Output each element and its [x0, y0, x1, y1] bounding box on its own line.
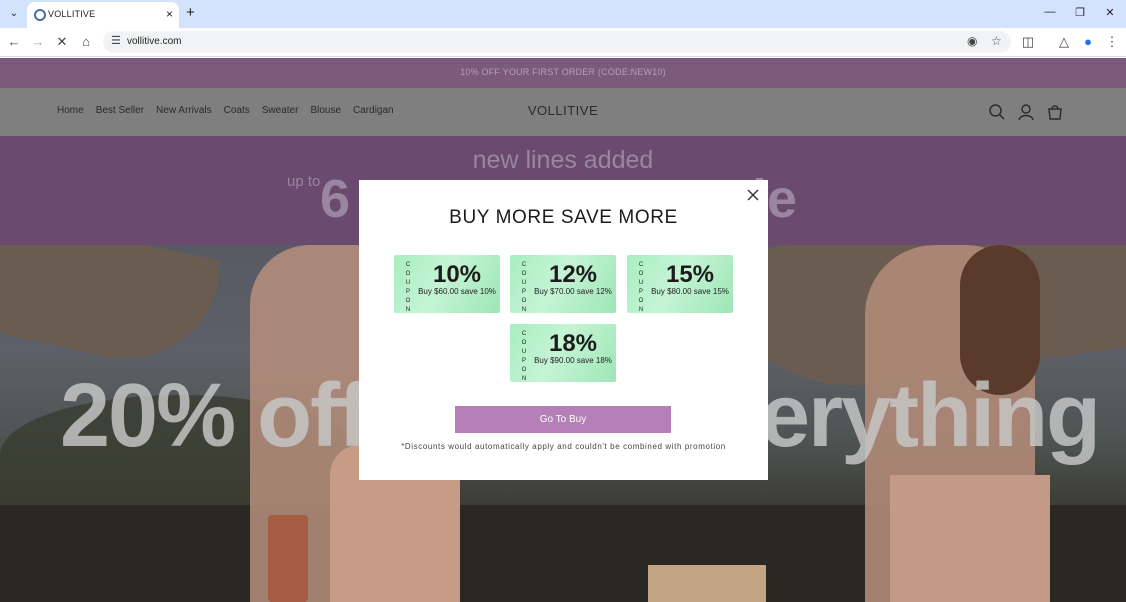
- hero-offer-text-left: 20% off: [60, 366, 368, 466]
- forward-icon[interactable]: →: [30, 34, 46, 50]
- site-header: Home Best Seller New Arrivals Coats Swea…: [0, 88, 1126, 136]
- coupon-percent: 10%: [432, 261, 482, 288]
- coupon-description: Buy $70.00 save 12%: [534, 287, 612, 296]
- coupon-percent: 12%: [548, 261, 598, 288]
- promo-bar: 10% OFF YOUR FIRST ORDER (CODE:NEW10): [0, 58, 1126, 88]
- new-tab-icon[interactable]: +: [186, 5, 195, 21]
- site-favicon-icon: [34, 9, 46, 21]
- coupon-description: Buy $80.00 save 15%: [651, 287, 729, 296]
- home-icon[interactable]: ⌂: [78, 34, 94, 50]
- go-to-buy-button[interactable]: Go To Buy: [455, 406, 671, 433]
- bookmark-star-icon[interactable]: ☆: [991, 34, 1002, 48]
- umbrella-shape: [0, 245, 220, 381]
- address-bar[interactable]: ☰ vollitive.com ◉ ☆: [103, 31, 1011, 53]
- hero-offer-text-right: erything: [760, 366, 1101, 466]
- browser-tab-strip: ⌄ VOLLITIVE × + — ❐ ✕: [0, 0, 1126, 28]
- browser-toolbar: ← → ✕ ⌂ ☰ vollitive.com ◉ ☆ ◫ △ ● ⋮: [0, 28, 1126, 57]
- bag-shape: [268, 515, 308, 602]
- site-logo[interactable]: VOLLITIVE: [0, 103, 1126, 118]
- promo-text: 10% OFF YOUR FIRST ORDER (CODE:NEW10): [460, 67, 666, 77]
- menu-kebab-icon[interactable]: ⋮: [1104, 34, 1120, 50]
- extensions-icon[interactable]: ◫: [1020, 34, 1036, 50]
- coupon-card[interactable]: C O U P O N 10% Buy $60.00 save 10%: [394, 255, 500, 313]
- hero-upto-text: up to: [287, 173, 321, 190]
- coupon-percent: 15%: [665, 261, 715, 288]
- hero-headline: new lines added: [472, 146, 654, 174]
- stop-loading-icon[interactable]: ✕: [54, 34, 70, 50]
- coupon-card[interactable]: C O U P O N 15% Buy $80.00 save 15%: [627, 255, 733, 313]
- hero-big-text-left: 6: [320, 169, 352, 229]
- minimize-icon[interactable]: —: [1042, 6, 1058, 18]
- restore-icon[interactable]: ❐: [1072, 6, 1088, 19]
- coupon-vertical-label: C O U P O N: [638, 262, 644, 313]
- profile-avatar-icon[interactable]: ●: [1080, 34, 1096, 50]
- eye-off-icon[interactable]: ◉: [967, 34, 977, 48]
- address-url: vollitive.com: [127, 36, 182, 47]
- coupon-description: Buy $90.00 save 18%: [534, 356, 612, 365]
- modal-title: BUY MORE SAVE MORE: [449, 207, 678, 228]
- tab-search-icon[interactable]: ⌄: [6, 6, 22, 22]
- coupon-percent: 18%: [548, 330, 598, 357]
- coupon-card[interactable]: C O U P O N 18% Buy $90.00 save 18%: [510, 324, 616, 382]
- coupon-description: Buy $60.00 save 10%: [418, 287, 496, 296]
- browser-tab[interactable]: VOLLITIVE ×: [27, 2, 179, 28]
- window-close-icon[interactable]: ✕: [1102, 6, 1118, 19]
- discount-disclaimer: *Discounts would automatically apply and…: [401, 442, 726, 451]
- coupon-vertical-label: C O U P O N: [405, 262, 411, 313]
- model-figure: [890, 475, 1050, 602]
- coupon-card[interactable]: C O U P O N 12% Buy $70.00 save 12%: [510, 255, 616, 313]
- search-icon[interactable]: [987, 102, 1007, 122]
- back-icon[interactable]: ←: [6, 34, 22, 50]
- account-icon[interactable]: [1016, 102, 1036, 122]
- modal-close-icon[interactable]: [746, 188, 760, 202]
- shopping-bag-icon[interactable]: [1045, 102, 1065, 122]
- buy-more-save-more-modal: BUY MORE SAVE MORE C O U P O N 10% Buy $…: [359, 180, 768, 480]
- coupon-vertical-label: C O U P O N: [521, 262, 527, 313]
- coupon-vertical-label: C O U P O N: [521, 331, 527, 382]
- site-info-icon[interactable]: ☰: [111, 34, 121, 47]
- tab-title: VOLLITIVE: [48, 9, 96, 19]
- tab-close-icon[interactable]: ×: [166, 7, 173, 21]
- labs-flask-icon[interactable]: △: [1056, 34, 1072, 50]
- box-shape: [648, 565, 766, 602]
